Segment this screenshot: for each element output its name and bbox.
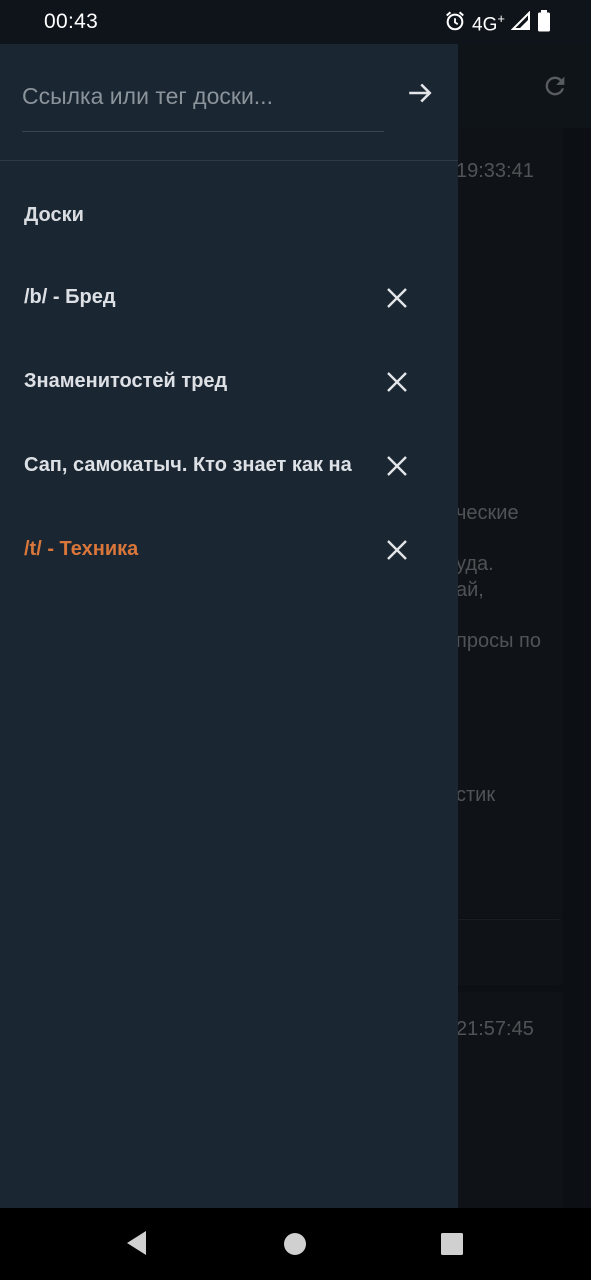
- board-search-input[interactable]: [22, 76, 384, 116]
- board-label: /b/ - Бред: [24, 286, 116, 308]
- close-icon[interactable]: [381, 450, 413, 482]
- back-icon[interactable]: [124, 1228, 150, 1263]
- signal-icon: [510, 10, 531, 36]
- close-icon[interactable]: [381, 534, 413, 566]
- recents-icon[interactable]: [441, 1233, 463, 1260]
- section-title-boards: Доски: [24, 204, 84, 226]
- board-label: Сап, самокатыч. Кто знает как на: [24, 454, 352, 476]
- close-icon[interactable]: [381, 282, 413, 314]
- status-time: 00:43: [44, 10, 99, 33]
- home-icon[interactable]: [283, 1232, 307, 1261]
- board-label: Знаменитостей тред: [24, 370, 228, 392]
- system-nav-bar: [0, 1208, 591, 1280]
- status-icons: 4G+: [444, 10, 551, 37]
- board-search-row: [0, 44, 458, 161]
- board-item-active[interactable]: /t/ - Техника: [0, 508, 458, 592]
- board-label: /t/ - Техника: [24, 538, 139, 560]
- board-item[interactable]: /b/ - Бред: [0, 256, 458, 340]
- go-button[interactable]: [400, 74, 442, 116]
- navigation-drawer: Доски /b/ - Бред Знаменитостей тред Сап,…: [0, 44, 458, 1208]
- alarm-icon: [444, 10, 466, 37]
- board-item[interactable]: Знаменитостей тред: [0, 340, 458, 424]
- close-icon[interactable]: [381, 366, 413, 398]
- board-item[interactable]: Сап, самокатыч. Кто знает как на: [0, 424, 458, 508]
- search-underline: [22, 131, 384, 132]
- status-bar: 00:43 4G+: [0, 0, 591, 44]
- battery-icon: [537, 10, 551, 37]
- arrow-right-icon: [407, 79, 435, 112]
- network-type: 4G+: [472, 10, 505, 36]
